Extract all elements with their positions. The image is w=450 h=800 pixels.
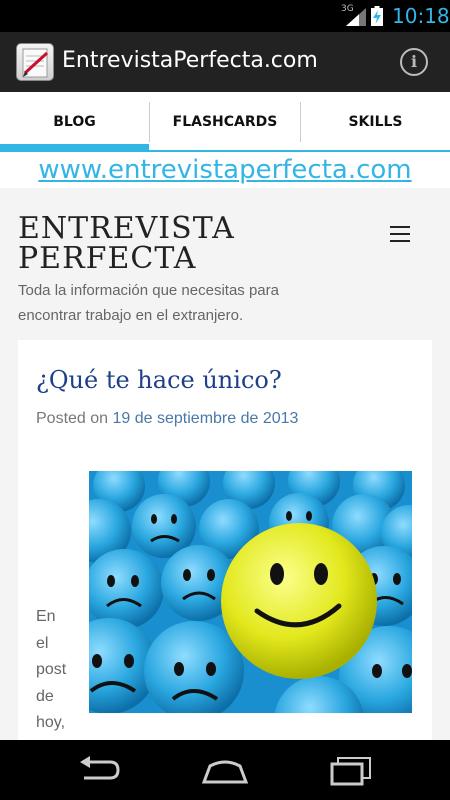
selected-tab-indicator <box>0 144 149 150</box>
signal-icon <box>346 8 366 26</box>
post-meta-prefix: Posted on <box>36 410 109 427</box>
site-title-line2: PERFECTA <box>18 241 197 276</box>
post-excerpt: En el post de hoy, <box>36 604 76 737</box>
battery-charging-icon <box>371 6 383 26</box>
post-meta: Posted on 19 de septiembre de 2013 <box>36 410 298 428</box>
site-title-line1: ENTREVISTA <box>18 211 235 246</box>
status-bar: 3G 10:18 <box>0 0 450 32</box>
app-title: EntrevistaPerfecta.com <box>62 48 318 73</box>
excerpt-word: de <box>36 687 54 705</box>
home-icon[interactable] <box>200 754 250 786</box>
back-icon[interactable] <box>78 754 122 786</box>
tab-flashcards[interactable]: FLASHCARDS <box>150 92 300 150</box>
url-banner: www.entrevistaperfecta.com <box>0 152 450 188</box>
tab-bar: BLOG FLASHCARDS SKILLS <box>0 92 450 152</box>
site-tagline: Toda la información que necesitas para e… <box>18 282 279 324</box>
excerpt-word: el <box>36 634 49 652</box>
website-link[interactable]: www.entrevistaperfecta.com <box>38 155 411 185</box>
post-date-link[interactable]: 19 de septiembre de 2013 <box>113 410 299 427</box>
post-featured-image <box>89 471 412 713</box>
tab-skills[interactable]: SKILLS <box>301 92 450 150</box>
clock: 10:18 <box>392 4 450 28</box>
info-icon[interactable]: i <box>400 48 428 76</box>
excerpt-word: post <box>36 661 67 678</box>
recent-apps-icon[interactable] <box>328 754 374 786</box>
post-title[interactable]: ¿Qué te hace único? <box>36 366 282 394</box>
hamburger-menu-icon[interactable] <box>390 226 410 247</box>
site-title[interactable]: ENTREVISTA PERFECTA <box>18 214 258 274</box>
excerpt-word: hoy, <box>36 714 66 731</box>
excerpt-word: En <box>36 608 56 625</box>
navigation-bar <box>0 740 450 800</box>
info-glyph: i <box>410 52 418 71</box>
action-bar: EntrevistaPerfecta.com i <box>0 32 450 92</box>
tab-blog[interactable]: BLOG <box>0 92 149 150</box>
notebook-pen-icon[interactable] <box>16 43 54 81</box>
